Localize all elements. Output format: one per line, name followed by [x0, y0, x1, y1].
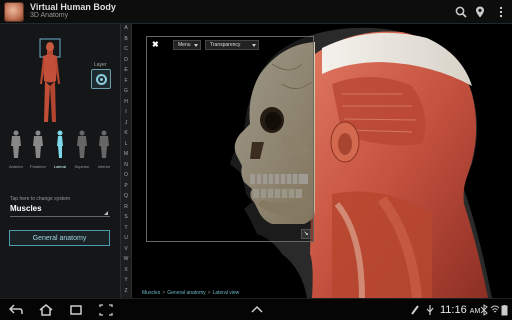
system-selector[interactable]: Muscles	[10, 204, 42, 213]
body-thumbnail[interactable]	[37, 36, 63, 126]
overflow-menu-icon[interactable]	[494, 5, 508, 19]
location-pin-icon[interactable]	[473, 5, 487, 19]
system-hint: Tap here to change system	[10, 196, 71, 202]
system-navigation-bar: 11:16 AM	[0, 298, 512, 320]
index-letter[interactable]: I	[121, 110, 131, 115]
bluetooth-icon	[480, 304, 488, 316]
index-letter[interactable]: Y	[121, 278, 131, 283]
app-title: Virtual Human Body	[30, 2, 116, 12]
index-letter[interactable]: M	[121, 152, 131, 157]
overlay-panel: ✖ Menu Transparency ↘	[146, 36, 314, 242]
search-icon[interactable]	[454, 5, 468, 19]
alphabet-index[interactable]: A B C D E F G H I J K L M N O P Q R S T …	[120, 24, 132, 298]
transparency-dropdown[interactable]: Transparency	[205, 40, 259, 50]
index-letter[interactable]: D	[121, 57, 131, 63]
figure-anterior-icon	[11, 130, 21, 158]
view-selector: Anterior Posterior Lateral Superior Infe…	[6, 129, 114, 169]
chevron-down-icon	[252, 44, 256, 47]
figure-inferior-icon	[99, 130, 109, 158]
chevron-down-icon	[194, 44, 198, 47]
view-label: Posterior	[29, 164, 46, 169]
breadcrumb-separator: >	[207, 290, 211, 296]
layer-button[interactable]	[91, 69, 111, 89]
view-superior[interactable]: Superior	[72, 129, 92, 169]
close-icon[interactable]: ✖	[152, 41, 160, 49]
figure-posterior-icon	[33, 130, 43, 158]
layer-label: Layer	[94, 62, 107, 68]
index-letter[interactable]: H	[121, 99, 131, 105]
menu-dropdown-label: Menu	[178, 42, 191, 48]
transparency-dropdown-label: Transparency	[210, 42, 241, 48]
chevron-up-icon[interactable]	[250, 304, 264, 314]
index-letter[interactable]: P	[121, 183, 131, 189]
index-letter[interactable]: Q	[121, 194, 131, 199]
screenshot-icon[interactable]	[98, 304, 114, 316]
usb-icon	[426, 305, 434, 315]
index-letter[interactable]: C	[121, 47, 131, 52]
wifi-icon	[490, 305, 500, 313]
index-letter[interactable]: U	[121, 236, 131, 241]
index-letter[interactable]: T	[121, 225, 131, 231]
view-label: Inferior	[97, 164, 111, 169]
system-underline	[10, 216, 110, 217]
general-anatomy-button[interactable]: General anatomy	[9, 230, 110, 246]
index-letter[interactable]: L	[121, 141, 131, 147]
recent-apps-icon[interactable]	[68, 304, 84, 316]
index-letter[interactable]: G	[121, 89, 131, 94]
index-letter[interactable]: R	[121, 204, 131, 210]
index-letter[interactable]: Z	[121, 288, 131, 294]
index-letter[interactable]: V	[121, 246, 131, 252]
view-posterior[interactable]: Posterior	[28, 129, 48, 169]
left-panel: Layer Anterior Posterior Lateral Superio…	[0, 24, 120, 298]
breadcrumb: Muscles > General anatomy > Lateral view	[142, 290, 239, 296]
index-letter[interactable]: A	[121, 26, 131, 31]
view-label: Superior	[74, 164, 90, 169]
battery-icon	[501, 305, 508, 316]
figure-lateral-icon	[57, 130, 63, 158]
index-letter[interactable]: F	[121, 78, 131, 84]
home-icon[interactable]	[38, 304, 54, 316]
breadcrumb-item[interactable]: Lateral view	[213, 290, 240, 296]
index-letter[interactable]: B	[121, 36, 131, 42]
view-lateral[interactable]: Lateral	[50, 129, 70, 169]
index-letter[interactable]: O	[121, 173, 131, 178]
view-label: Anterior	[8, 164, 23, 169]
breadcrumb-item[interactable]: General anatomy	[167, 290, 205, 296]
clock-am-pm: AM	[469, 308, 481, 315]
pen-icon	[411, 305, 419, 315]
back-icon[interactable]	[8, 304, 24, 316]
index-letter[interactable]: W	[121, 257, 131, 262]
index-letter[interactable]: K	[121, 131, 131, 136]
expand-icon[interactable]: ↘	[301, 229, 311, 239]
view-inferior[interactable]: Inferior	[94, 129, 114, 169]
breadcrumb-item[interactable]: Muscles	[142, 290, 160, 296]
figure-superior-icon	[77, 130, 87, 158]
clock-time: 11:16	[440, 304, 467, 316]
action-bar: Virtual Human Body 3D Anatomy	[0, 0, 512, 24]
view-anterior[interactable]: Anterior	[6, 129, 26, 169]
app-subtitle: 3D Anatomy	[30, 12, 69, 19]
view-label: Lateral	[53, 164, 67, 169]
app-logo-icon[interactable]	[4, 2, 24, 22]
index-letter[interactable]: E	[121, 68, 131, 73]
anatomy-viewport[interactable]: ✖ Menu Transparency ↘ Muscles > General an…	[132, 24, 512, 298]
index-letter[interactable]: J	[121, 120, 131, 126]
layer-icon	[95, 73, 107, 85]
dropdown-corner-icon	[104, 211, 108, 215]
menu-dropdown[interactable]: Menu	[173, 40, 201, 50]
status-clock: 11:16 AM	[440, 304, 480, 316]
index-letter[interactable]: S	[121, 215, 131, 220]
index-letter[interactable]: N	[121, 162, 131, 168]
index-letter[interactable]: X	[121, 267, 131, 273]
